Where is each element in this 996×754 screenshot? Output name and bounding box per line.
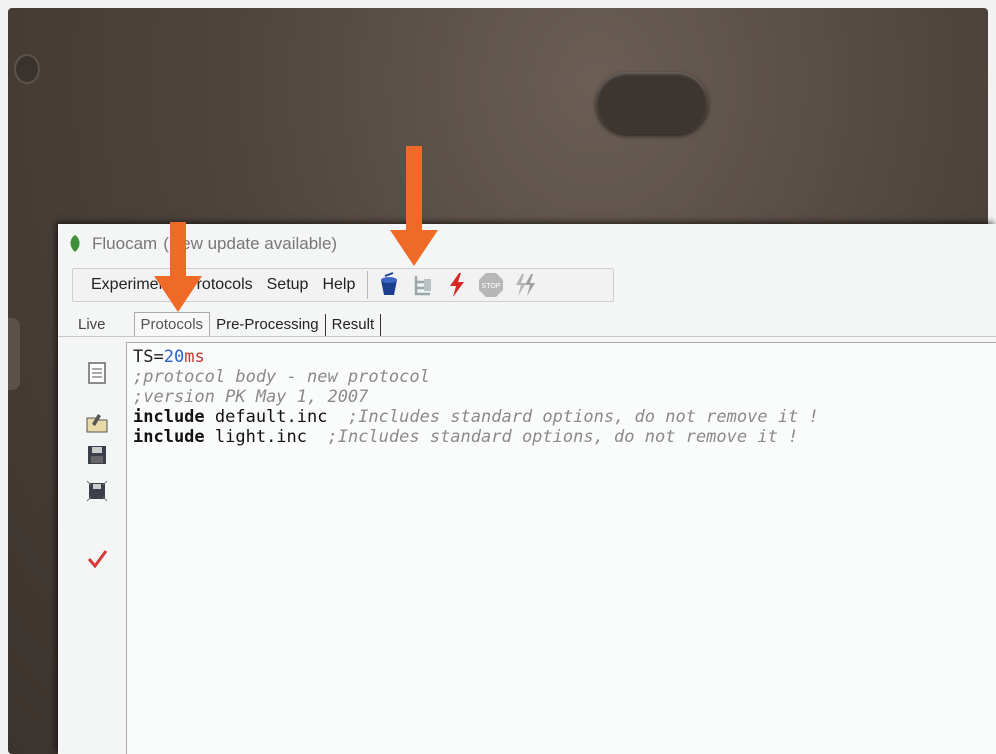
ts-value: 20 [163, 347, 185, 367]
code-line-comment-version: ;version PK May 1, 2007 [133, 387, 369, 407]
code-line-comment-body: ;protocol body - new protocol [133, 367, 430, 387]
include-keyword: include [133, 427, 205, 447]
menu-setup[interactable]: Setup [267, 276, 309, 294]
include-comment: ;Includes standard options, do not remov… [327, 407, 819, 427]
code-line-include-default: include default.inc ;Includes standard o… [133, 407, 992, 427]
bucket-icon[interactable] [376, 272, 402, 298]
annotation-arrow-protocols-tab [154, 222, 202, 312]
include-keyword: include [133, 407, 205, 427]
save-as-disk-icon[interactable] [86, 480, 108, 502]
tree-icon[interactable] [410, 272, 436, 298]
tab-pre-processing[interactable]: Pre-Processing [210, 313, 325, 336]
include-file: default.inc [204, 407, 328, 427]
tab-protocols[interactable]: Protocols [133, 312, 211, 336]
stop-icon-label: STOP [482, 283, 501, 290]
bezel-screw [14, 54, 40, 84]
editor-side-toolbar [72, 346, 116, 754]
code-line-include-light: include light.inc ;Includes standard opt… [133, 427, 992, 447]
ts-unit: ms [184, 347, 205, 367]
annotation-arrow-toolbar-icon [390, 146, 438, 266]
protocol-code-editor[interactable]: TS=20ms ;protocol body - new protocol ;v… [126, 342, 996, 754]
include-file: light.inc [204, 427, 308, 447]
open-folder-icon[interactable] [86, 412, 108, 434]
toolbar-separator [367, 271, 369, 299]
window-title: Fluocam [92, 234, 158, 253]
check-mark-icon[interactable] [86, 548, 108, 570]
tab-live[interactable]: Live [72, 313, 112, 336]
code-line-ts: TS=20ms [133, 347, 992, 367]
webcam-cover [596, 72, 708, 134]
save-disk-icon[interactable] [86, 444, 108, 466]
multi-flash-icon[interactable] [512, 272, 538, 298]
ts-key: TS= [133, 347, 164, 367]
bezel-side-nub [8, 318, 20, 390]
tab-bar: Live Protocols Pre-Processing Result [72, 310, 996, 336]
include-comment: ;Includes standard options, do not remov… [307, 427, 799, 447]
leaf-logo-icon [70, 235, 80, 252]
stop-icon[interactable]: STOP [478, 272, 504, 298]
tab-divider [380, 314, 382, 336]
menu-help[interactable]: Help [322, 276, 355, 294]
tab-result[interactable]: Result [326, 313, 381, 336]
new-document-icon[interactable] [86, 362, 108, 384]
flash-icon[interactable] [444, 272, 470, 298]
tab-bar-underline [58, 336, 996, 337]
